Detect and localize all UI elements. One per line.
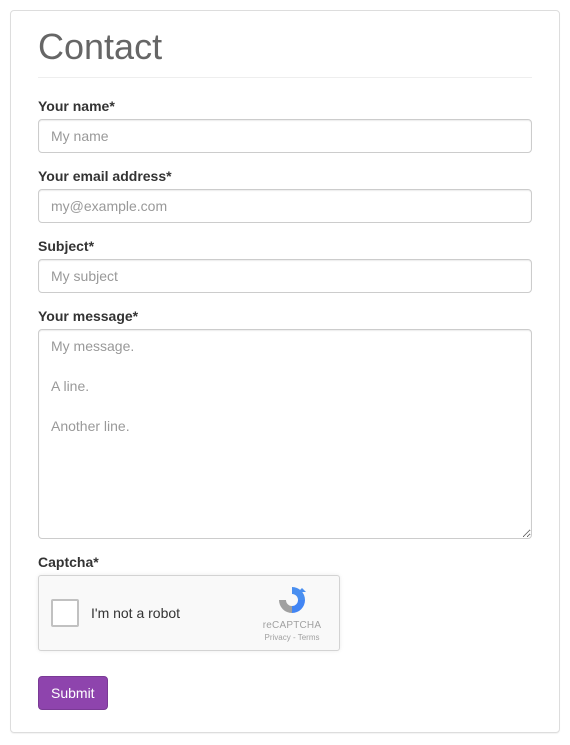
name-input[interactable] (38, 119, 532, 153)
email-label: Your email address* (38, 168, 532, 184)
form-group-subject: Subject* (38, 238, 532, 293)
name-label: Your name* (38, 98, 532, 114)
email-input[interactable] (38, 189, 532, 223)
recaptcha-privacy-link[interactable]: Privacy (265, 633, 291, 642)
recaptcha-links: Privacy - Terms (265, 633, 320, 642)
message-textarea[interactable] (38, 329, 532, 539)
submit-button[interactable]: Submit (38, 676, 108, 710)
contact-panel: Contact Your name* Your email address* S… (10, 10, 560, 733)
recaptcha-brand-text: reCAPTCHA (263, 620, 321, 631)
recaptcha-checkbox-label: I'm not a robot (91, 605, 257, 621)
form-group-message: Your message* (38, 308, 532, 539)
captcha-label: Captcha* (38, 554, 532, 570)
recaptcha-terms-link[interactable]: Terms (298, 633, 320, 642)
form-group-name: Your name* (38, 98, 532, 153)
subject-label: Subject* (38, 238, 532, 254)
subject-input[interactable] (38, 259, 532, 293)
recaptcha-branding: reCAPTCHA Privacy - Terms (257, 584, 327, 642)
page-title: Contact (38, 26, 532, 78)
recaptcha-checkbox[interactable] (51, 599, 79, 627)
recaptcha-widget: I'm not a robot reCAPTCHA Privacy - Term… (38, 575, 340, 651)
recaptcha-icon (276, 584, 308, 616)
form-group-email: Your email address* (38, 168, 532, 223)
form-group-captcha: Captcha* I'm not a robot reCAPTCHA Priva… (38, 554, 532, 651)
message-label: Your message* (38, 308, 532, 324)
